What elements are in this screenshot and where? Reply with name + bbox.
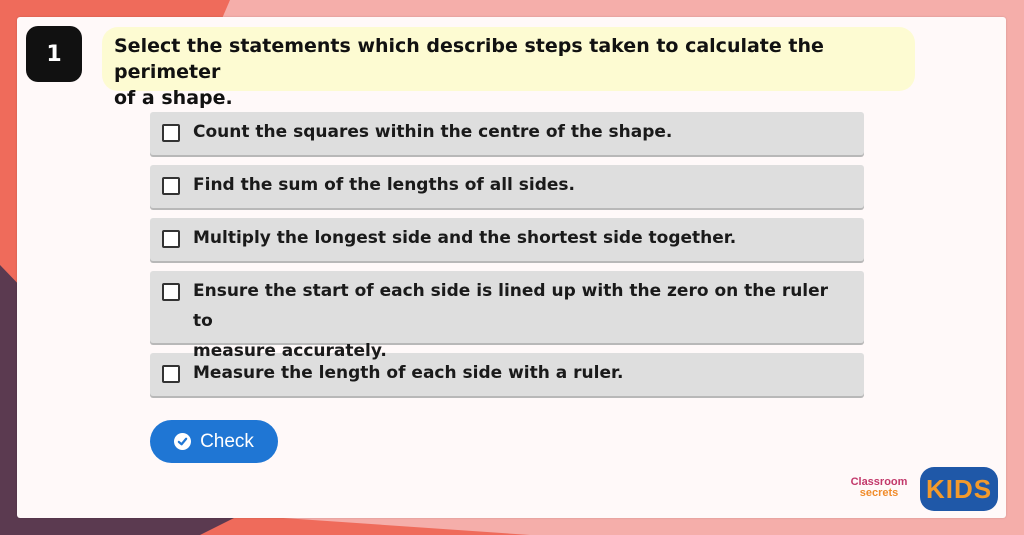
kids-logo: KIDS bbox=[920, 467, 998, 511]
options-list: Count the squares within the centre of t… bbox=[150, 112, 864, 406]
checkbox[interactable] bbox=[162, 177, 180, 195]
option-label: Ensure the start of each side is lined u… bbox=[193, 276, 852, 366]
prompt-line-2: of a shape. bbox=[114, 87, 233, 109]
option-label: Count the squares within the centre of t… bbox=[193, 122, 673, 142]
option-multiply-sides[interactable]: Multiply the longest side and the shorte… bbox=[150, 218, 864, 261]
check-button-label: Check bbox=[200, 430, 254, 452]
option-label: Find the sum of the lengths of all sides… bbox=[193, 175, 575, 195]
classroom-secrets-logo: Classroom secrets bbox=[843, 477, 915, 499]
question-prompt: Select the statements which describe ste… bbox=[102, 27, 915, 109]
question-number-badge: 1 bbox=[26, 26, 82, 82]
checkbox[interactable] bbox=[162, 124, 180, 142]
checkbox[interactable] bbox=[162, 230, 180, 248]
option-label-line-1: Ensure the start of each side is lined u… bbox=[193, 281, 829, 331]
option-label: Multiply the longest side and the shorte… bbox=[193, 228, 737, 248]
prompt-line-1: Select the statements which describe ste… bbox=[114, 35, 824, 83]
option-ruler-zero[interactable]: Ensure the start of each side is lined u… bbox=[150, 271, 864, 361]
checkbox[interactable] bbox=[162, 283, 180, 301]
check-button[interactable]: Check bbox=[150, 420, 278, 463]
logo-secrets-text: secrets bbox=[859, 487, 899, 499]
check-circle-icon bbox=[174, 433, 192, 450]
option-count-squares[interactable]: Count the squares within the centre of t… bbox=[150, 112, 864, 155]
option-label: Measure the length of each side with a r… bbox=[193, 363, 624, 383]
option-sum-of-lengths[interactable]: Find the sum of the lengths of all sides… bbox=[150, 165, 864, 208]
background-bottom-shape bbox=[200, 515, 530, 535]
checkbox[interactable] bbox=[162, 365, 180, 383]
